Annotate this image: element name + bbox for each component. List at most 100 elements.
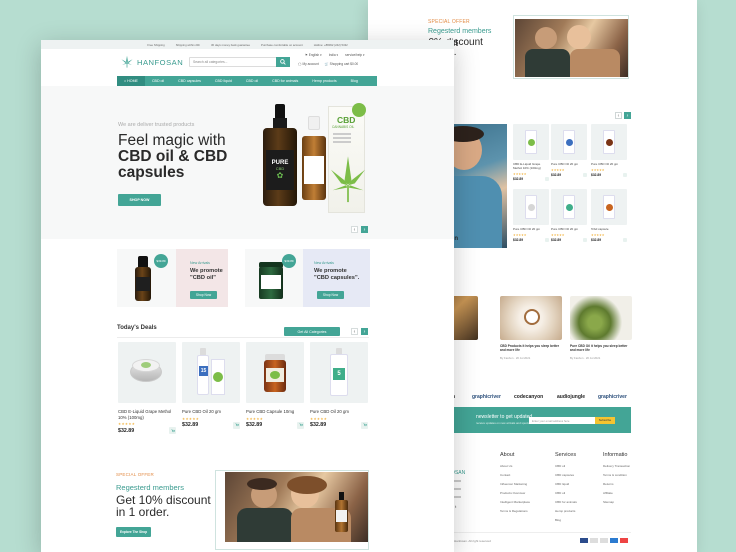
promo-shop-button[interactable]: Shop Now [317,291,344,299]
footer-link[interactable]: Intelligent Marketplace [500,500,530,504]
footer-divider [428,532,631,533]
nav-item-home[interactable]: ⌂ HOME [117,76,145,86]
brand-logo: graphicriver [598,394,627,400]
cart-icon[interactable] [545,176,549,181]
product-title[interactable]: Pure CBD Oil 20 gm [513,227,549,232]
deals-divider [117,337,369,338]
newsletter-email-input[interactable]: Enter your email address here [529,417,595,424]
footer-link[interactable]: Blog [555,518,577,522]
mini-product-card[interactable]: Pure CBD Oil 20 gm ★★★★★ $32.89 [551,189,587,242]
deals-heading: Today's Deals [117,325,157,331]
cart-link[interactable]: 🛒 Shopping cart $0.00 [325,62,358,66]
promo-card-cbd-oil[interactable]: $39.89 New Arrivals We promote "CBD oil"… [117,249,228,307]
nav-item-cbd-oil[interactable]: CBD oil [145,76,171,86]
deal-card[interactable]: 5 Pure CBD Oil 20 gm ★★★★★ $32.89 [310,342,368,429]
cart-icon[interactable] [623,172,627,177]
footer-link[interactable]: CBD liquid [555,482,577,486]
product-title[interactable]: Pure CBD Oil 20 gm [551,162,587,167]
footer-link[interactable]: CBD for animals [555,500,577,504]
service-help-link[interactable]: service/help ▾ [345,53,365,57]
language-select[interactable]: ⚑ English ▾ [305,53,322,57]
deal-price: $32.89 [182,422,199,429]
footer-link[interactable]: Products Overview [500,491,530,495]
deal-card[interactable]: Pure CBD Capsule 10mg ★★★★★ $32.89 [246,342,304,429]
footer-link[interactable]: Influencer Marketing [500,482,530,486]
footer-link[interactable]: Affiliate [603,491,630,495]
cart-icon[interactable] [583,172,587,177]
footer-link[interactable]: Hemp products [555,509,577,513]
footer-link[interactable]: Delivery Transaction [603,464,630,468]
deal-title[interactable]: Pure CBD Oil 20 gm [310,409,368,415]
rating-stars: ★★★★★ [591,232,605,237]
explore-shop-button[interactable]: Explore The Shop [116,527,151,537]
footer-link[interactable]: Terms & Regulations [500,509,530,513]
footer-link[interactable]: Contact [500,473,530,477]
promo-card-cbd-capsules[interactable]: $39.89 New Arrivals We promote "CBD caps… [245,249,370,307]
subscribe-button[interactable]: Subscribe [595,417,615,424]
nav-item-hemp[interactable]: Hemp products [305,76,343,86]
newsletter-bar: newsletter to get updated receive update… [428,407,631,433]
product-image [551,189,587,225]
footer-link[interactable]: CBD oil [555,491,577,495]
cart-icon[interactable] [583,237,587,242]
deal-image: 15 [182,342,240,403]
deal-title[interactable]: Pure CBD Oil 20 gm [182,409,240,415]
site-logo[interactable]: HANFOSAN [120,55,183,69]
currency-select[interactable]: India ▾ [329,53,338,57]
footer-link[interactable]: Returns [603,482,630,486]
footer-link[interactable]: CBD oil [555,464,577,468]
cart-icon[interactable] [623,237,627,242]
blog-title[interactable]: Pure CBD Oil it helps you sleep better a… [570,344,632,353]
mini-product-card[interactable]: Tcbd capsule ★★★★★ $32.89 [591,189,627,242]
cart-icon[interactable] [545,237,549,242]
mini-product-card[interactable]: Pure CBD Oil 20 gm ★★★★★ $32.89 [513,189,549,242]
shop-now-button[interactable]: SHOP NOW [118,194,161,206]
blog-card[interactable]: CBD Products it helps you sleep better a… [500,296,562,360]
cbd-cannabis-box: CBD CANNABIS OIL [328,103,366,213]
nav-item-cbd-liquid[interactable]: CBD liquid [208,76,239,86]
deals-next-arrow[interactable]: › [361,328,368,335]
card-icon [600,538,608,543]
blog-title[interactable]: CBD Products it helps you sleep better a… [500,344,562,353]
deal-card[interactable]: CBD E-Liquid Grape Methol 10% (100mg) ★★… [118,342,176,435]
deal-title[interactable]: Pure CBD Capsule 10mg [246,409,304,415]
cart-icon[interactable] [169,427,176,435]
footer-link[interactable]: Terms & condition [603,473,630,477]
footer-link[interactable]: CBD capsules [555,473,577,477]
cart-icon[interactable] [297,421,304,429]
newsletter-title: newsletter to get updated [476,414,533,420]
product-title[interactable]: CBD E-Liquid Grape Methol 10% (100mg) [513,162,549,171]
all-categories-button[interactable]: Get All Categories [284,327,340,336]
hero-next-arrow[interactable]: › [361,226,368,233]
product-title[interactable]: Pure CBD Oil 20 gm [551,227,587,232]
search-input[interactable]: Search all categories... [189,57,290,67]
hero-kicker: We are deliver trusted products [118,122,195,128]
prev-arrow[interactable]: ‹ [615,112,622,119]
nav-item-cbd-animals[interactable]: CBD for animals [265,76,305,86]
deals-prev-arrow[interactable]: ‹ [351,328,358,335]
cart-icon[interactable] [233,421,240,429]
cannabis-leaf-icon [121,55,133,68]
footer-information: Informatio Delivery Transaction Terms & … [603,452,631,504]
promo-title: "CBD oil" [190,275,216,281]
nav-item-cbd-oil-2[interactable]: CBD oil [239,76,265,86]
deal-title[interactable]: CBD E-Liquid Grape Methol 10% (100mg) [118,409,176,420]
nav-item-cbd-capsules[interactable]: CBD capsules [171,76,208,86]
nav-item-blog[interactable]: Blog [344,76,365,86]
hero-prev-arrow[interactable]: ‹ [351,226,358,233]
deal-card[interactable]: 15 Pure CBD Oil 20 gm ★★★★★ $32.89 [182,342,240,429]
mini-product-card[interactable]: Pure CBD Oil 20 gm ★★★★★ $32.89 [551,124,587,177]
footer-link[interactable]: Sitemap [603,500,630,504]
promo-shop-button[interactable]: Shop Now [190,291,217,299]
cart-icon[interactable] [361,421,368,429]
search-button[interactable] [276,57,290,67]
mini-product-card[interactable]: Pure CBD Oil 20 gm ★★★★★ $32.89 [591,124,627,177]
blog-card[interactable]: Pure CBD Oil it helps you sleep better a… [570,296,632,360]
account-link[interactable]: ◯ My account [298,62,319,66]
next-arrow[interactable]: › [624,112,631,119]
product-title[interactable]: Pure CBD Oil 20 gm [591,162,627,167]
footer-link[interactable]: About Us [500,464,530,468]
twitter-icon[interactable]: t [455,504,456,509]
product-title[interactable]: Tcbd capsule [591,227,627,232]
mini-product-card[interactable]: CBD E-Liquid Grape Methol 10% (100mg) ★★★… [513,124,549,181]
